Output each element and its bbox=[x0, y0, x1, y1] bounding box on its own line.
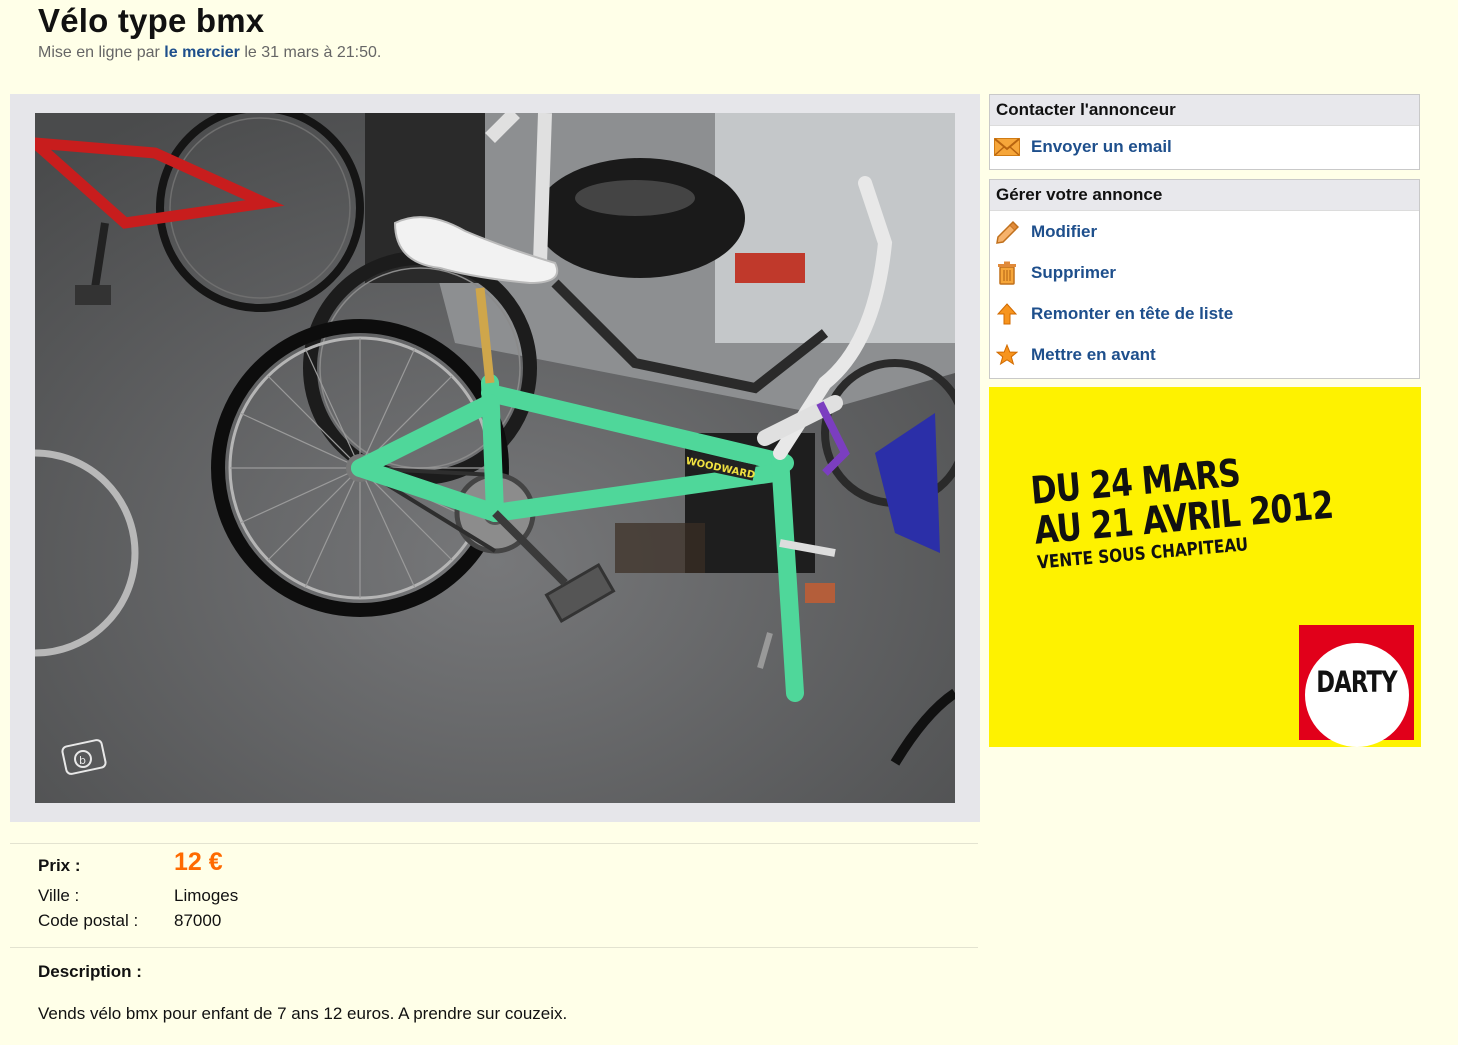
pencil-icon bbox=[994, 220, 1020, 244]
send-email-label: Envoyer un email bbox=[1031, 136, 1172, 156]
author-link[interactable]: le mercier bbox=[164, 44, 240, 61]
feature-listing-link[interactable]: Mettre en avant bbox=[990, 334, 1419, 375]
svg-text:b: b bbox=[79, 754, 86, 767]
postal-label: Code postal : bbox=[38, 911, 139, 930]
description-text: Vends vélo bmx pour enfant de 7 ans 12 e… bbox=[38, 1004, 568, 1023]
listing-title: Vélo type bmx bbox=[38, 2, 265, 39]
edit-label: Modifier bbox=[1031, 221, 1098, 241]
camera-watermark-icon: b bbox=[61, 739, 107, 775]
listing-photo[interactable]: WOODWARD b bbox=[35, 113, 955, 803]
city-label: Ville : bbox=[38, 886, 80, 905]
manage-box: Gérer votre annonce Modifier Supprimer R… bbox=[989, 179, 1420, 379]
postal-row: Code postal : 87000 bbox=[38, 911, 221, 931]
postal-value: 87000 bbox=[174, 911, 222, 930]
envelope-icon bbox=[994, 135, 1020, 159]
price-label: Prix : bbox=[38, 856, 81, 875]
darty-logo: DARTY bbox=[1299, 625, 1414, 747]
price-row: Prix : bbox=[38, 856, 174, 876]
contact-box: Contacter l'annonceur Envoyer un email bbox=[989, 94, 1420, 170]
posted-prefix: Mise en ligne par bbox=[38, 44, 165, 61]
delete-link[interactable]: Supprimer bbox=[990, 252, 1419, 293]
city-row: Ville : Limoges bbox=[38, 886, 238, 906]
posted-suffix: le 31 mars à 21:50. bbox=[239, 44, 382, 61]
edit-link[interactable]: Modifier bbox=[990, 211, 1419, 252]
darty-advertisement[interactable]: DU 24 MARS AU 21 AVRIL 2012 VENTE SOUS C… bbox=[989, 387, 1421, 747]
feature-listing-label: Mettre en avant bbox=[1031, 344, 1156, 364]
star-icon bbox=[994, 343, 1020, 367]
city-value: Limoges bbox=[174, 886, 239, 905]
bump-to-top-label: Remonter en tête de liste bbox=[1031, 303, 1234, 323]
posted-meta: Mise en ligne par le mercier le 31 mars … bbox=[38, 44, 381, 62]
bike-photo-illustration: WOODWARD bbox=[35, 113, 955, 803]
manage-box-header: Gérer votre annonce bbox=[990, 180, 1419, 211]
trash-icon bbox=[994, 261, 1020, 285]
description-label: Description : bbox=[38, 962, 142, 981]
price-value: 12 € bbox=[174, 848, 223, 876]
arrow-up-icon bbox=[994, 302, 1020, 326]
divider-top bbox=[10, 843, 978, 844]
send-email-link[interactable]: Envoyer un email bbox=[990, 126, 1419, 167]
ad-text: DU 24 MARS AU 21 AVRIL 2012 VENTE SOUS C… bbox=[1029, 437, 1402, 574]
listing-page: Vélo type bmx Mise en ligne par le merci… bbox=[0, 0, 1458, 1045]
divider-bottom bbox=[10, 947, 978, 948]
bump-to-top-link[interactable]: Remonter en tête de liste bbox=[990, 293, 1419, 334]
contact-box-header: Contacter l'annonceur bbox=[990, 95, 1419, 126]
delete-label: Supprimer bbox=[1031, 262, 1117, 282]
darty-logo-text: DARTY bbox=[1316, 665, 1397, 699]
photo-panel: WOODWARD b bbox=[10, 94, 980, 822]
